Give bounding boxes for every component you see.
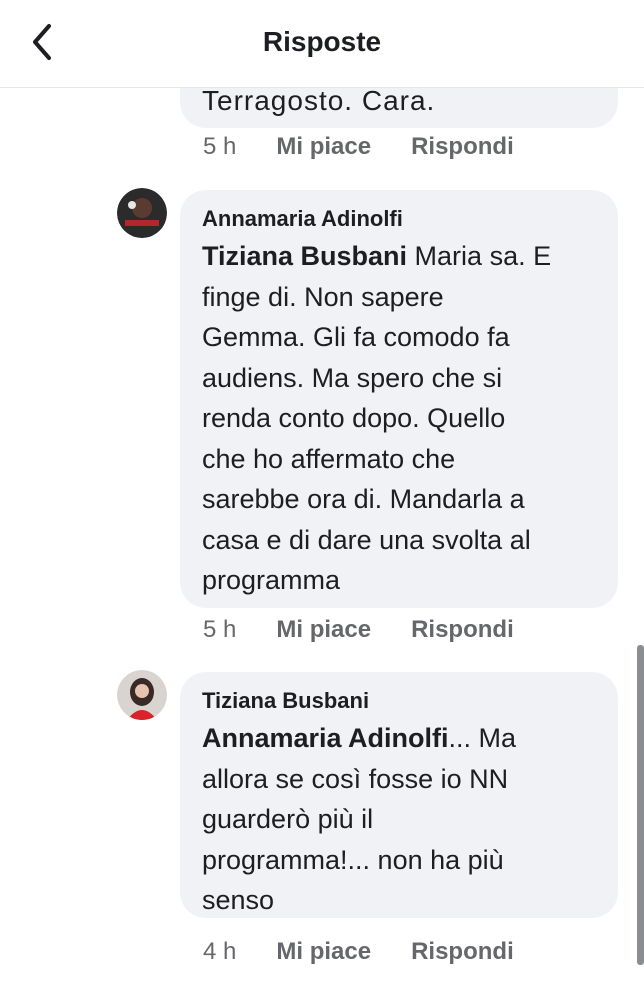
comment-actions: 5 h Mi piace Rispondi (203, 616, 514, 644)
comment-bubble: Annamaria Adinolfi Tiziana Busbani Maria… (180, 190, 618, 608)
page-title: Risposte (262, 26, 382, 57)
profile-photo-icon (117, 188, 167, 238)
comment-author[interactable]: Annamaria Adinolfi (202, 204, 596, 234)
reply-link[interactable]: Rispondi (411, 938, 514, 966)
mention-link[interactable]: Tiziana Busbani (202, 241, 407, 271)
comment-actions: 5 h Mi piace Rispondi (203, 133, 514, 161)
scrollbar[interactable] (637, 645, 644, 965)
like-link[interactable]: Mi piace (276, 616, 371, 644)
comment-text: Terragosto. Cara. (202, 88, 436, 116)
replies-thread[interactable]: Terragosto. Cara. 5 h Mi piace Rispondi … (0, 88, 644, 984)
like-link[interactable]: Mi piace (276, 938, 371, 966)
mention-link[interactable]: Annamaria Adinolfi (202, 723, 449, 753)
profile-photo-icon (117, 670, 167, 720)
comment-time: 5 h (203, 616, 237, 643)
reply-link[interactable]: Rispondi (411, 616, 514, 644)
avatar[interactable] (117, 670, 167, 720)
comment-bubble: Terragosto. Cara. (180, 88, 618, 128)
avatar[interactable] (117, 188, 167, 238)
comment-author[interactable]: Tiziana Busbani (202, 686, 596, 716)
comment-time: 5 h (203, 133, 237, 160)
comment-bubble: Tiziana Busbani Annamaria Adinolfi... Ma… (180, 672, 618, 918)
header-bar: Risposte (0, 0, 644, 88)
comment-text: Tiziana Busbani Maria sa. E finge di. No… (202, 241, 552, 595)
reply-link[interactable]: Rispondi (411, 133, 514, 161)
like-link[interactable]: Mi piace (276, 133, 371, 161)
comment-actions: 4 h Mi piace Rispondi (203, 938, 514, 966)
comment-text: Annamaria Adinolfi... Ma allora se così … (202, 723, 517, 915)
comment-time: 4 h (203, 938, 237, 965)
